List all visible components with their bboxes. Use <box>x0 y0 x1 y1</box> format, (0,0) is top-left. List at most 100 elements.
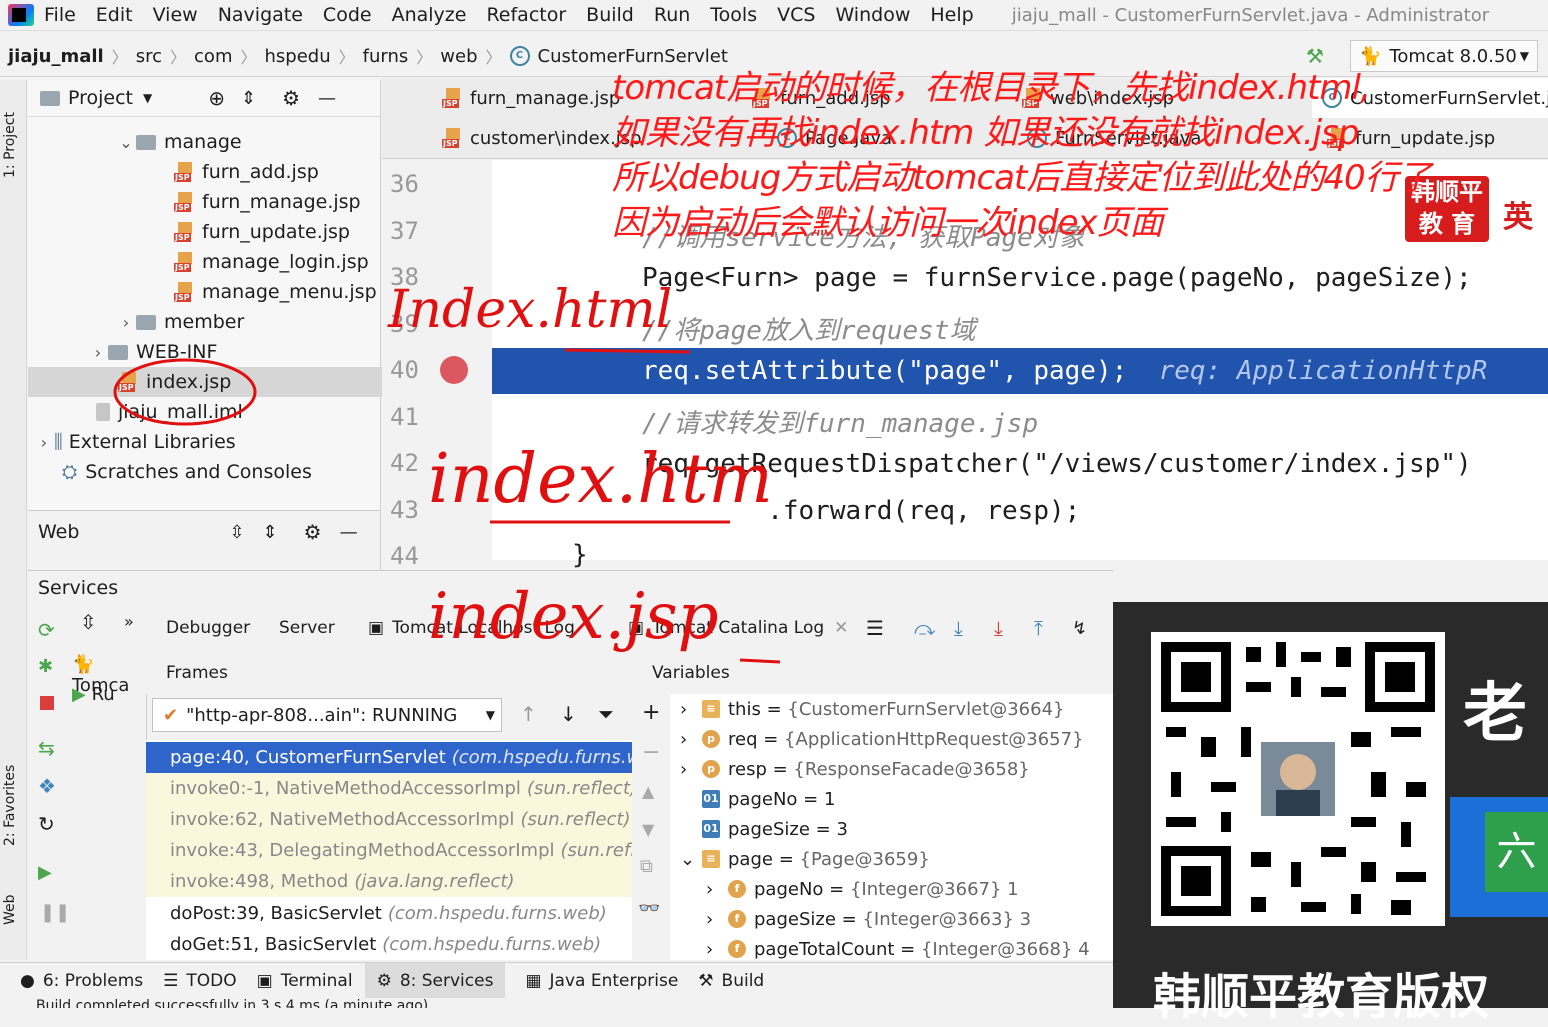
tab-todo[interactable]: ☰ TODO <box>163 971 237 991</box>
deploy-icon[interactable]: ⇆ <box>38 736 55 760</box>
down-arrow-icon[interactable]: ↓ <box>560 702 577 726</box>
gear-icon[interactable]: ⚙ <box>304 520 322 544</box>
breadcrumb-web[interactable]: web <box>432 46 485 67</box>
chevron-right-icon[interactable]: › <box>116 313 136 332</box>
tab-services[interactable]: ⚙ 8: Services <box>364 963 506 999</box>
move-down-icon[interactable]: ▼ <box>642 820 654 839</box>
side-tab-favorites[interactable]: 2: Favorites <box>2 740 24 870</box>
step-out-icon[interactable]: ⤒ <box>1034 604 1043 652</box>
breadcrumb-com[interactable]: com <box>186 46 240 67</box>
step-over-icon[interactable]: ⤼ <box>914 604 935 652</box>
chevron-right-icon[interactable]: › <box>680 699 702 720</box>
frame-item[interactable]: invoke:43, DelegatingMethodAccessorImpl(… <box>146 835 632 866</box>
thread-select[interactable]: ✔ "http-apr-808...ain": RUNNING ▼ <box>152 698 502 732</box>
web-panel-title[interactable]: Web <box>38 521 79 543</box>
menu-vcs[interactable]: VCS <box>777 4 815 26</box>
variable-row[interactable]: › p req = {ApplicationHttpRequest@3657} <box>680 724 1084 754</box>
menu-code[interactable]: Code <box>323 4 372 26</box>
menu-tools[interactable]: Tools <box>710 4 757 26</box>
collapse-all-icon[interactable]: ⇕ <box>241 88 256 109</box>
expand-icon[interactable]: ⇳ <box>80 610 97 634</box>
chevron-right-icon[interactable]: › <box>680 729 702 750</box>
breakpoint-icon[interactable] <box>440 356 468 384</box>
menu-view[interactable]: View <box>153 4 198 26</box>
remove-watch-icon[interactable]: − <box>642 740 660 765</box>
variable-row[interactable]: › f pageSize = {Integer@3663} 3 <box>706 904 1031 934</box>
move-up-icon[interactable]: ▲ <box>642 782 654 801</box>
variable-row[interactable]: › f pageNo = {Integer@3667} 1 <box>706 874 1019 904</box>
tree-item-running[interactable]: ▶ Ru <box>72 684 115 705</box>
tab-build[interactable]: ⚒ Build <box>698 971 764 991</box>
variable-row[interactable]: ⌄ ≡ page = {Page@3659} <box>680 844 930 874</box>
chevron-right-icon[interactable]: › <box>706 939 728 960</box>
menu-build[interactable]: Build <box>586 4 634 26</box>
force-step-into-icon[interactable]: ⤓ <box>994 604 1003 652</box>
menu-run[interactable]: Run <box>654 4 690 26</box>
breadcrumb-furns[interactable]: furns <box>355 46 417 67</box>
menu-navigate[interactable]: Navigate <box>218 4 303 26</box>
frame-item[interactable]: doGet:51, BasicServlet (com.hspedu.furns.… <box>146 929 632 960</box>
rerun-icon[interactable]: ⟳ <box>38 618 55 642</box>
gear-icon[interactable]: ⚙ <box>282 86 300 110</box>
frame-item[interactable]: page:40, CustomerFurnServlet (com.hspedu.… <box>146 742 632 773</box>
menu-analyze[interactable]: Analyze <box>392 4 467 26</box>
collapse-all-icon[interactable]: ⇕ <box>263 522 278 543</box>
more-icon[interactable]: » <box>124 612 134 631</box>
pause-icon[interactable]: ❚❚ <box>40 902 70 923</box>
refresh-icon[interactable]: ↻ <box>38 812 55 836</box>
breadcrumb-src[interactable]: src <box>128 46 170 67</box>
menu-refactor[interactable]: Refactor <box>486 4 566 26</box>
chevron-down-icon[interactable]: ⌄ <box>680 849 702 870</box>
stop-icon[interactable] <box>40 696 54 710</box>
chevron-right-icon[interactable]: › <box>680 759 702 780</box>
tab-server[interactable]: Server <box>279 604 335 652</box>
side-tab-web[interactable]: Web <box>2 880 24 940</box>
minimize-icon[interactable]: — <box>340 522 358 543</box>
chevron-down-icon[interactable]: ▼ <box>143 91 152 105</box>
chevron-right-icon[interactable]: › <box>34 433 54 452</box>
frame-item[interactable]: invoke:62, NativeMethodAccessorImpl (sun.… <box>146 804 632 835</box>
filter-icon[interactable]: ⏷ <box>598 702 614 726</box>
side-tab-project[interactable]: 1: Project <box>2 90 24 200</box>
menu-help[interactable]: Help <box>930 4 973 26</box>
chevron-right-icon[interactable]: › <box>88 343 108 362</box>
menu-file[interactable]: File <box>44 4 76 26</box>
variable-row[interactable]: 01 pageSize = 3 <box>702 814 848 844</box>
menu-edit[interactable]: Edit <box>96 4 133 26</box>
tab-furn-manage[interactable]: furn_manage.jsp <box>442 78 620 118</box>
up-arrow-icon[interactable]: ↑ <box>520 702 537 726</box>
debug-icon[interactable]: ✱ <box>38 656 53 677</box>
minimize-icon[interactable]: — <box>318 88 336 109</box>
chevron-right-icon[interactable]: › <box>706 909 728 930</box>
tree-item-external-libraries[interactable]: › ⫼ External Libraries <box>28 427 386 457</box>
variable-row[interactable]: › ≡ this = {CustomerFurnServlet@3664} <box>680 694 1065 724</box>
menu-icon[interactable]: ☰ <box>866 604 884 652</box>
breadcrumb-project[interactable]: jiaju_mall <box>0 46 112 67</box>
chevron-right-icon[interactable]: › <box>706 879 728 900</box>
variable-row[interactable]: › p resp = {ResponseFacade@3658} <box>680 754 1030 784</box>
breadcrumb-hspedu[interactable]: hspedu <box>257 46 339 67</box>
tab-java-enterprise[interactable]: ▦ Java Enterprise <box>525 971 678 991</box>
tab-terminal[interactable]: ▣ Terminal <box>257 971 353 991</box>
run-config-select[interactable]: 🐈 Tomcat 8.0.50 ▼ <box>1350 40 1538 72</box>
frame-item[interactable]: invoke:498, Method (java.lang.reflect) <box>146 866 632 897</box>
menu-window[interactable]: Window <box>835 4 910 26</box>
services-title[interactable]: Services <box>38 577 118 599</box>
chevron-down-icon[interactable]: ⌄ <box>116 133 136 152</box>
add-watch-icon[interactable]: + <box>642 700 660 725</box>
tree-item-scratches[interactable]: ⛭ Scratches and Consoles <box>28 457 414 487</box>
tab-debugger[interactable]: Debugger <box>166 604 251 655</box>
frame-item[interactable]: invoke0:-1, NativeMethodAccessorImpl (sun… <box>146 773 632 804</box>
frame-item[interactable]: doPost:39, BasicServlet (com.hspedu.furns… <box>146 898 632 929</box>
play-icon[interactable]: ▶ <box>38 862 52 883</box>
variable-row[interactable]: › f pageTotalCount = {Integer@3668} 4 <box>706 934 1090 960</box>
locate-icon[interactable]: ⊕ <box>208 86 225 110</box>
expand-all-icon[interactable]: ⇳ <box>229 522 244 543</box>
tree-item-web-inf[interactable]: › WEB-INF <box>28 337 440 367</box>
run-to-cursor-icon[interactable]: ↯ <box>1072 604 1087 652</box>
duplicate-icon[interactable]: ⧉ <box>640 856 653 877</box>
step-into-icon[interactable]: ⤓ <box>954 604 963 652</box>
tab-problems[interactable]: ● 6: Problems <box>20 971 143 991</box>
project-panel-title[interactable]: Project <box>68 87 133 109</box>
resume-icon[interactable]: ❖ <box>38 774 56 798</box>
